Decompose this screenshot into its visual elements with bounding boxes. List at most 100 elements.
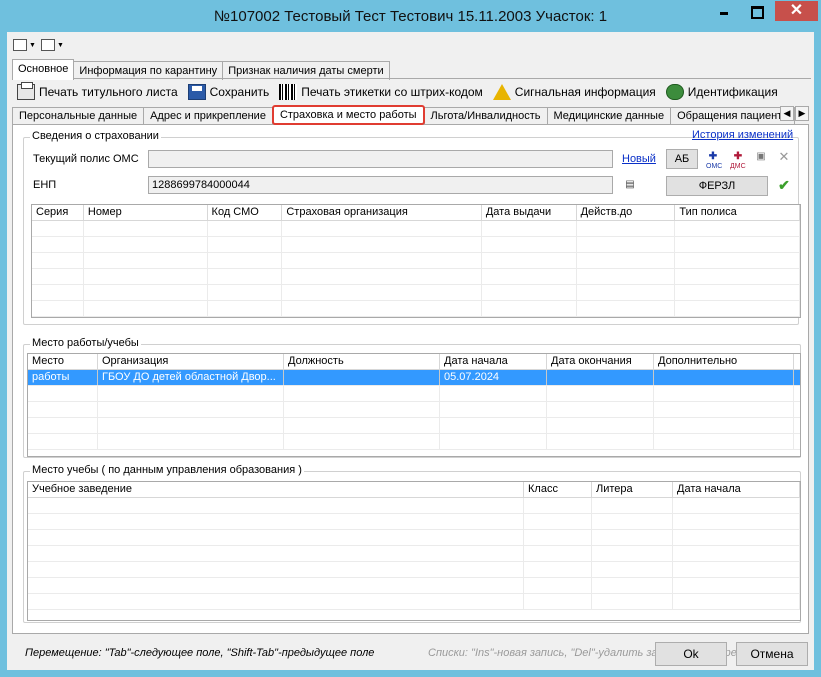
- tab-appeals[interactable]: Обращения пациента: [670, 107, 796, 125]
- column-header[interactable]: Место: [28, 354, 98, 369]
- edit-policy-icon[interactable]: ▣: [753, 149, 769, 165]
- ab-button[interactable]: АБ: [666, 149, 698, 169]
- column-header[interactable]: Тип полиса: [675, 205, 800, 220]
- table-row[interactable]: [32, 285, 800, 301]
- print-title-button[interactable]: Печать титульного листа: [17, 82, 178, 100]
- column-header[interactable]: Дата начала: [673, 482, 800, 497]
- history-link[interactable]: История изменений: [692, 129, 793, 141]
- study-group-title: Место учебы ( по данным управления образ…: [30, 464, 304, 476]
- table-row[interactable]: [32, 269, 800, 285]
- tab-insurance-work[interactable]: Страховка и место работы: [271, 105, 425, 125]
- table-row[interactable]: работы ГБОУ ДО детей областной Двор... 0…: [28, 370, 800, 386]
- barcode-icon: [279, 84, 298, 100]
- cell-organization: ГБОУ ДО детей областной Двор...: [98, 370, 284, 385]
- policy-field[interactable]: [148, 150, 613, 168]
- tab-scroll-right-button[interactable]: ▶: [795, 106, 809, 121]
- cell-start-date: 05.07.2024: [440, 370, 547, 385]
- table-row[interactable]: [28, 514, 800, 530]
- column-header[interactable]: Действ.до: [577, 205, 676, 220]
- cell-position: [284, 370, 440, 385]
- column-header[interactable]: Дополнительно: [654, 354, 794, 369]
- layout-menu-button[interactable]: ▼: [13, 36, 36, 54]
- identification-icon: [665, 84, 684, 100]
- tab-personal-data[interactable]: Персональные данные: [12, 107, 145, 125]
- table-row[interactable]: [32, 237, 800, 253]
- signal-info-label: Сигнальная информация: [514, 85, 656, 99]
- ferzl-button[interactable]: ФЕРЗЛ: [666, 176, 768, 196]
- table-row[interactable]: [28, 530, 800, 546]
- document-menu-button[interactable]: ▼: [41, 36, 64, 54]
- window-frame: №107002 Тестовый Тест Тестович 15.11.200…: [0, 0, 821, 677]
- table-row[interactable]: [28, 578, 800, 594]
- print-title-label: Печать титульного листа: [39, 85, 178, 99]
- printer-icon: [17, 82, 35, 100]
- print-label-button[interactable]: Печать этикетки со штрих-кодом: [279, 84, 483, 100]
- chevron-down-icon: ▼: [57, 41, 64, 49]
- check-icon: ✔: [778, 177, 790, 193]
- table-row[interactable]: [28, 562, 800, 578]
- insurance-group-title: Сведения о страховании: [30, 130, 161, 142]
- document-icon: [41, 39, 55, 51]
- top-tabs: Основное Информация по карантину Признак…: [12, 59, 390, 80]
- table-row[interactable]: [28, 546, 800, 562]
- cell-extra: [654, 370, 794, 385]
- title-bar: №107002 Тестовый Тест Тестович 15.11.200…: [0, 0, 821, 32]
- save-label: Сохранить: [209, 85, 270, 99]
- cell-end-date: [547, 370, 654, 385]
- column-header[interactable]: Должность: [284, 354, 440, 369]
- print-label-text: Печать этикетки со штрих-кодом: [301, 85, 483, 99]
- column-header[interactable]: Код СМО: [208, 205, 283, 220]
- table-row[interactable]: [28, 434, 800, 450]
- ok-button[interactable]: Ok: [655, 642, 727, 666]
- sub-tabs: Персональные данные Адрес и прикрепление…: [12, 105, 802, 125]
- tab-address[interactable]: Адрес и прикрепление: [143, 107, 273, 125]
- enp-label: ЕНП: [33, 179, 57, 191]
- column-header[interactable]: Литера: [592, 482, 673, 497]
- signal-info-button[interactable]: Сигнальная информация: [492, 84, 656, 100]
- oms-icon-label: ОМС: [706, 163, 723, 170]
- table-row[interactable]: [32, 221, 800, 237]
- tab-main[interactable]: Основное: [12, 59, 75, 80]
- column-header[interactable]: Организация: [98, 354, 284, 369]
- close-button[interactable]: ✕: [775, 1, 818, 21]
- dialog-buttons: Ok Отмена: [7, 634, 814, 670]
- study-table-header: Учебное заведение Класс Литера Дата нача…: [28, 482, 800, 498]
- column-header[interactable]: Серия: [32, 205, 84, 220]
- column-header[interactable]: Дата выдачи: [482, 205, 577, 220]
- tab-scroll-left-button[interactable]: ◀: [780, 106, 794, 121]
- column-header[interactable]: Класс: [524, 482, 592, 497]
- table-row[interactable]: [32, 301, 800, 317]
- table-row[interactable]: [28, 418, 800, 434]
- floppy-icon: [187, 84, 206, 100]
- enp-field[interactable]: 1288699784000044: [148, 176, 613, 194]
- study-table: Учебное заведение Класс Литера Дата нача…: [27, 481, 801, 621]
- tab-benefits[interactable]: Льгота/Инвалидность: [423, 107, 548, 125]
- column-header[interactable]: Дата окончания: [547, 354, 654, 369]
- scan-icon[interactable]: ▤: [622, 177, 638, 193]
- warning-icon: [492, 84, 511, 100]
- close-icon: ✕: [789, 2, 804, 19]
- identification-button[interactable]: Идентификация: [665, 84, 778, 100]
- column-header[interactable]: Учебное заведение: [28, 482, 524, 497]
- minimize-button[interactable]: [711, 1, 737, 21]
- delete-policy-icon[interactable]: ✕: [776, 149, 792, 165]
- table-row[interactable]: [28, 498, 800, 514]
- cancel-button[interactable]: Отмена: [736, 642, 808, 666]
- new-policy-link[interactable]: Новый: [622, 153, 656, 165]
- maximize-button[interactable]: [743, 1, 769, 21]
- save-button[interactable]: Сохранить: [187, 84, 270, 100]
- chevron-down-icon: ▼: [29, 41, 36, 49]
- chevron-left-icon: ◀: [783, 108, 791, 118]
- dms-icon-label: ДМС: [730, 163, 746, 170]
- window-title: №107002 Тестовый Тест Тестович 15.11.200…: [213, 8, 608, 25]
- tab-medical[interactable]: Медицинские данные: [546, 107, 672, 125]
- column-header[interactable]: Номер: [84, 205, 208, 220]
- table-row[interactable]: [28, 386, 800, 402]
- table-row[interactable]: [28, 402, 800, 418]
- column-header[interactable]: Страховая организация: [282, 205, 482, 220]
- column-header[interactable]: Дата начала: [440, 354, 547, 369]
- table-row[interactable]: [32, 253, 800, 269]
- layout-icon: [13, 39, 27, 51]
- table-row[interactable]: [28, 594, 800, 610]
- work-table: Место Организация Должность Дата начала …: [27, 353, 801, 457]
